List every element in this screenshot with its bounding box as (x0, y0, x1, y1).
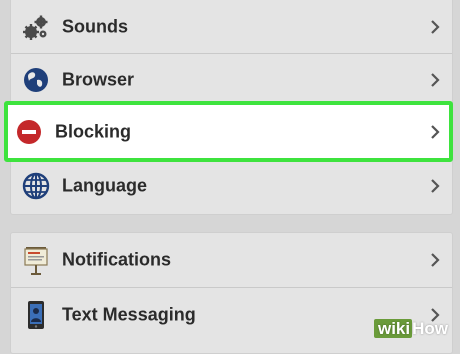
blocked-icon (17, 119, 41, 144)
chevron-right-icon (431, 179, 440, 193)
settings-item-language[interactable]: Language (11, 160, 452, 212)
phone-icon (28, 301, 44, 329)
globe-earth-icon (24, 68, 48, 92)
settings-item-label: Text Messaging (62, 304, 196, 325)
settings-item-label: Browser (62, 69, 135, 90)
settings-item-label: Language (62, 175, 148, 196)
chevron-right-icon (431, 20, 440, 34)
gears-icon (23, 15, 48, 40)
watermark: wiki How (373, 319, 448, 339)
globe-grid-icon (22, 172, 50, 200)
settings-item-label: Blocking (55, 121, 132, 141)
settings-item-label: Sounds (62, 16, 128, 37)
notification-board-icon (24, 247, 48, 275)
settings-item-notifications[interactable]: Notifications (11, 233, 452, 287)
settings-item-browser[interactable]: Browser (11, 54, 452, 106)
settings-item-label: Notifications (62, 249, 172, 270)
chevron-right-icon (431, 253, 440, 267)
chevron-right-icon (431, 124, 440, 139)
chevron-right-icon (431, 73, 440, 87)
settings-item-blocking[interactable]: Blocking (4, 101, 453, 162)
settings-item-sounds[interactable]: Sounds (11, 1, 452, 53)
